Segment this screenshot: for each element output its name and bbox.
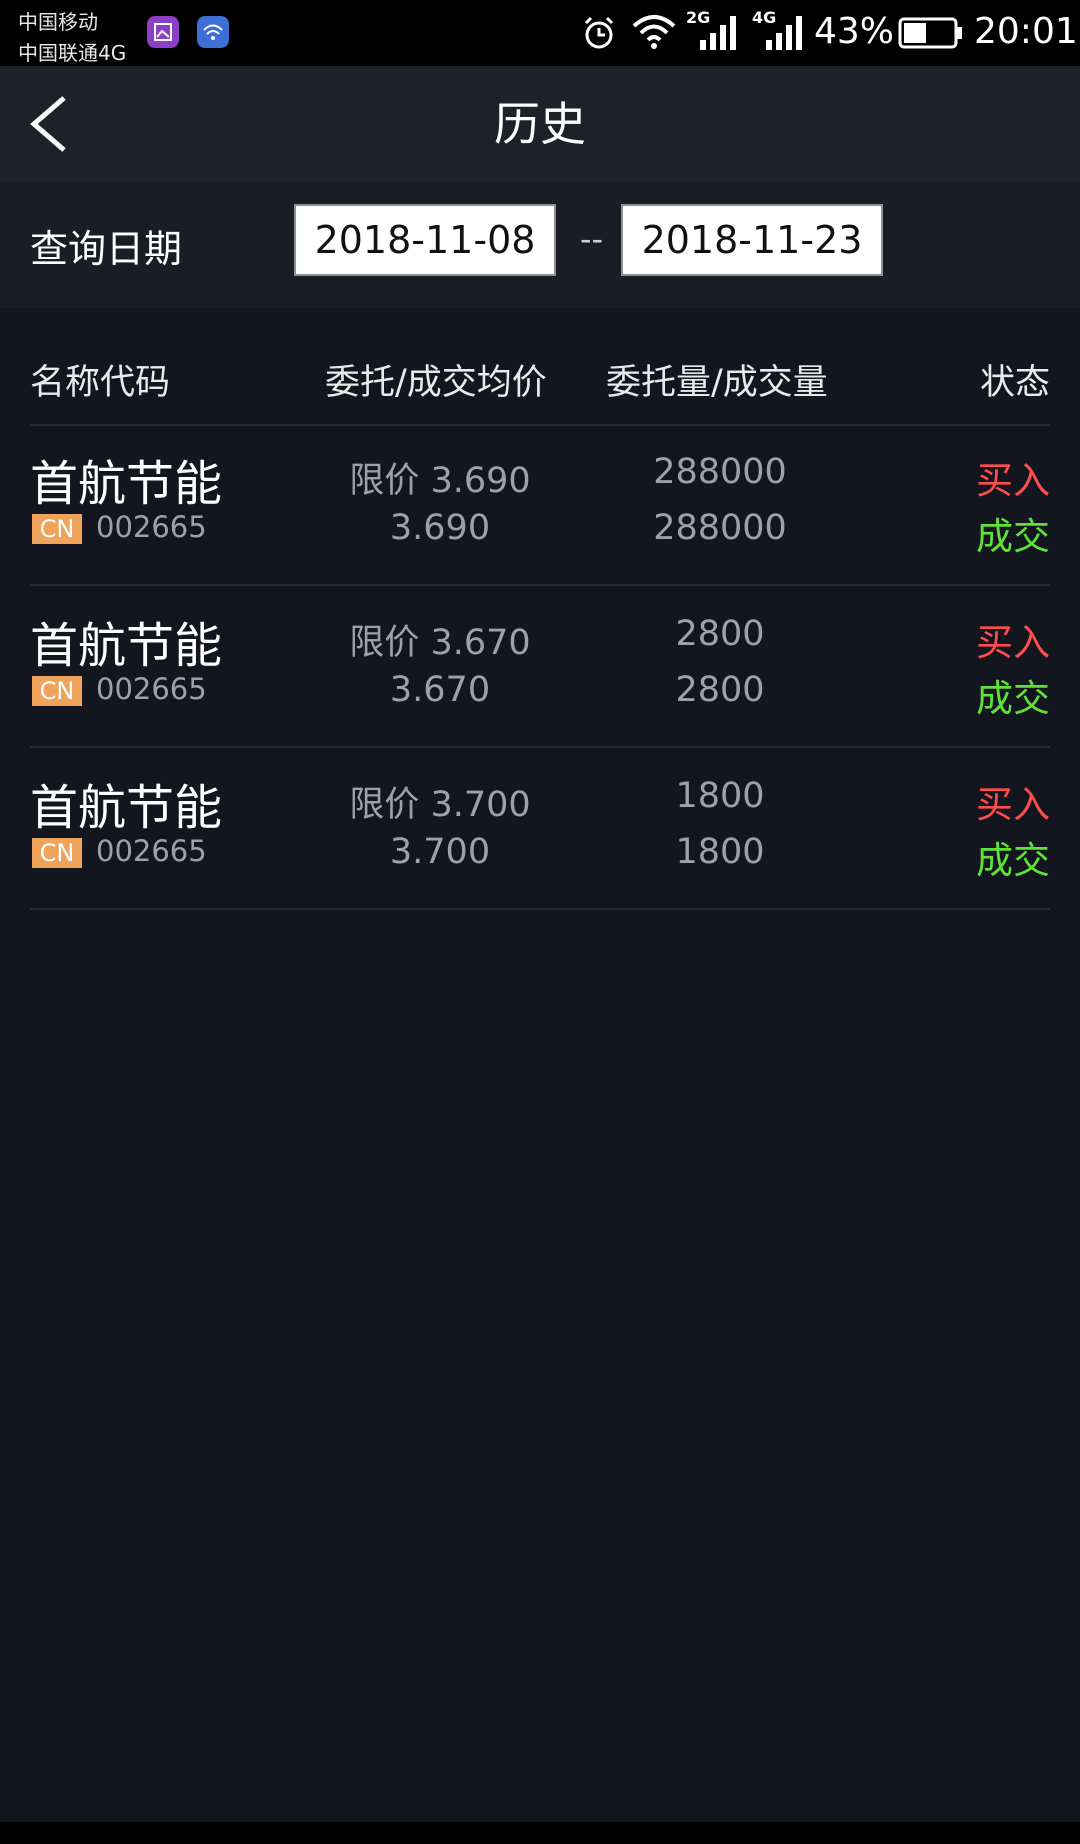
table-row[interactable]: 首航节能 CN 002665 限价 3.690 3.690 288000 288… <box>0 426 1080 588</box>
date-query-bar: 查询日期 2018-11-08 -- 2018-11-23 <box>0 182 1080 308</box>
stock-name: 首航节能 <box>30 618 223 674</box>
table-row[interactable]: 首航节能 CN 002665 限价 3.700 3.700 1800 1800 … <box>0 750 1080 912</box>
table-header: 名称代码 委托/成交均价 委托量/成交量 状态 <box>0 332 1080 424</box>
wifi-app-icon <box>197 16 229 48</box>
avg-price: 3.690 <box>389 508 491 548</box>
side-label: 买入 <box>976 459 1050 502</box>
filled-quantity: 2800 <box>675 670 765 710</box>
order-price: 限价 3.700 <box>349 785 531 825</box>
divider <box>30 584 1050 586</box>
divider <box>30 746 1050 748</box>
status-label: 成交 <box>976 515 1050 558</box>
stock-name: 首航节能 <box>30 780 223 836</box>
header-status: 状态 <box>979 363 1050 403</box>
side-label: 买入 <box>976 621 1050 664</box>
market-badge: CN <box>32 514 82 544</box>
signal-icon <box>764 12 808 56</box>
order-quantity: 288000 <box>653 452 787 492</box>
side-label: 买入 <box>976 783 1050 826</box>
start-date-field[interactable]: 2018-11-08 <box>294 204 556 276</box>
header-quantity: 委托量/成交量 <box>606 363 828 403</box>
stock-code: 002665 <box>96 672 207 706</box>
order-price: 限价 3.690 <box>349 461 531 501</box>
wifi-icon <box>630 12 678 56</box>
filled-quantity: 288000 <box>653 508 787 548</box>
avg-price: 3.670 <box>389 670 491 710</box>
status-label: 成交 <box>976 839 1050 882</box>
status-label: 成交 <box>976 677 1050 720</box>
header-price: 委托/成交均价 <box>325 363 547 403</box>
stock-code: 002665 <box>96 834 207 868</box>
divider <box>30 908 1050 910</box>
query-date-label: 查询日期 <box>30 227 183 271</box>
battery-percent: 43% <box>814 11 895 52</box>
end-date-field[interactable]: 2018-11-23 <box>621 204 883 276</box>
nav-bar: 历史 <box>0 66 1080 182</box>
page-title: 历史 <box>494 97 586 151</box>
avg-price: 3.700 <box>389 832 491 872</box>
stock-code: 002665 <box>96 510 207 544</box>
order-quantity: 1800 <box>675 776 765 816</box>
carrier-1: 中国移动 <box>18 10 98 34</box>
signal-icon <box>698 12 742 56</box>
market-badge: CN <box>32 838 82 868</box>
header-name-code: 名称代码 <box>30 363 171 403</box>
stock-name: 首航节能 <box>30 456 223 512</box>
status-bar: 中国移动 中国联通4G 2G 4G 43% 20:01 <box>0 0 1080 66</box>
battery-icon <box>898 16 964 54</box>
clock: 20:01 <box>974 11 1078 52</box>
market-badge: CN <box>32 676 82 706</box>
alarm-icon <box>580 14 618 56</box>
filled-quantity: 1800 <box>675 832 765 872</box>
order-price: 限价 3.670 <box>349 623 531 663</box>
date-separator: -- <box>580 220 604 258</box>
gallery-icon <box>147 16 179 48</box>
table-row[interactable]: 首航节能 CN 002665 限价 3.670 3.670 2800 2800 … <box>0 588 1080 750</box>
bottom-edge <box>0 1822 1080 1844</box>
order-quantity: 2800 <box>675 614 765 654</box>
carrier-2: 中国联通4G <box>18 41 127 65</box>
